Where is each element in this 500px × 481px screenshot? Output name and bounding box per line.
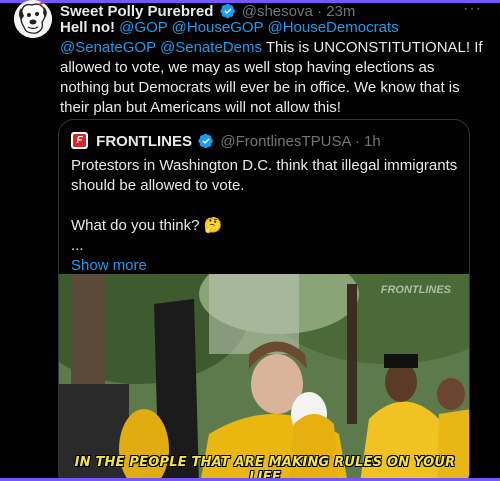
show-more-link[interactable]: Show more	[71, 256, 461, 276]
tweet-text: Hell no! @GOP @HouseGOP @HouseDemocrats …	[60, 18, 485, 118]
tweet[interactable]: Sweet Polly Purebred @shesova · 23m ··· …	[0, 0, 500, 481]
quoted-timestamp[interactable]: 1h	[364, 133, 381, 150]
frontlines-logo-icon: F	[71, 132, 88, 149]
video-thumbnail[interactable]: FRONTLINES IN THE PEOPLE THAT ARE MAKING…	[59, 274, 469, 481]
tweet-text-intro: Hell no!	[60, 19, 120, 36]
quoted-paragraph-2: What do you think? 🤔	[71, 217, 223, 234]
avatar[interactable]	[14, 0, 52, 38]
video-watermark: FRONTLINES	[380, 284, 451, 296]
mention-link[interactable]: @HouseDemocrats	[267, 19, 398, 36]
quoted-display-name[interactable]: FRONTLINES	[96, 133, 192, 150]
quoted-ellipsis: ...	[71, 237, 84, 254]
mention-link[interactable]: @GOP	[119, 19, 167, 36]
verified-badge-icon	[219, 3, 235, 19]
quoted-tweet-text: Protestors in Washington D.C. think that…	[71, 156, 461, 276]
quoted-tweet[interactable]: F FRONTLINES @FrontlinesTPUSA · 1h Prote…	[58, 119, 470, 481]
mention-link[interactable]: @SenateDems	[160, 39, 262, 56]
frontlines-logo-letter: F	[73, 134, 86, 147]
protest-scene-image	[59, 274, 469, 481]
separator-dot: ·	[354, 133, 360, 150]
quoted-tweet-header: F FRONTLINES @FrontlinesTPUSA · 1h	[71, 132, 381, 152]
mention-link[interactable]: @SenateGOP	[60, 39, 156, 56]
verified-badge-icon	[198, 133, 214, 149]
mention-link[interactable]: @HouseGOP	[172, 19, 264, 36]
quoted-paragraph-1: Protestors in Washington D.C. think that…	[71, 157, 458, 194]
quoted-handle[interactable]: @FrontlinesTPUSA	[220, 133, 350, 150]
more-options-icon[interactable]: ···	[463, 0, 482, 18]
dog-cartoon-avatar-icon	[14, 0, 52, 38]
